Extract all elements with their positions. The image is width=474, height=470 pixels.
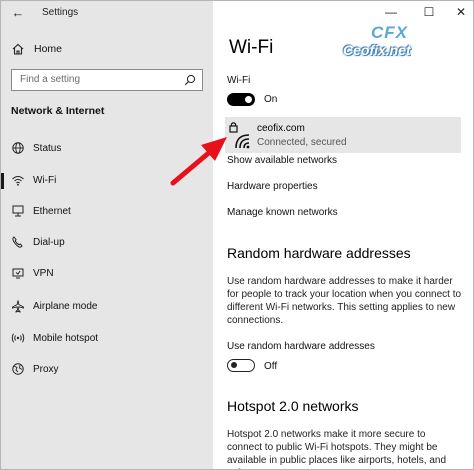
wifi-toggle[interactable] — [227, 93, 255, 106]
random-hw-toggle-label: Use random hardware addresses — [227, 341, 375, 352]
random-hw-heading: Random hardware addresses — [227, 245, 411, 261]
hotspot-description: Hotspot 2.0 networks make it more secure… — [227, 429, 447, 469]
dialup-icon — [12, 236, 23, 248]
search-input[interactable]: Find a setting — [11, 69, 203, 91]
wifi-toggle-state: On — [264, 94, 278, 105]
sidebar-item-label: Status — [33, 143, 62, 154]
sidebar-item-status[interactable]: Status — [1, 137, 213, 161]
hotspot-heading: Hotspot 2.0 networks — [227, 398, 359, 414]
airplane-icon — [12, 300, 24, 313]
sidebar-item-label: VPN — [33, 268, 54, 279]
network-status: Connected, secured — [257, 137, 347, 148]
settings-window: ← Settings Home Find a setting Network &… — [0, 0, 474, 470]
secured-wifi-icon — [229, 122, 250, 149]
main-panel: — ☐ ✕ Wi-Fi CFX Ceofix.net Wi-Fi On ceof… — [213, 1, 473, 469]
sidebar-item-label: Airplane mode — [33, 301, 98, 312]
home-label: Home — [34, 43, 63, 55]
toggle-knob — [231, 362, 237, 368]
window-title: Settings — [42, 7, 79, 18]
page-title: Wi-Fi — [229, 37, 274, 58]
home-icon — [12, 43, 24, 55]
globe-icon — [12, 363, 24, 375]
sidebar-item-airplane-mode[interactable]: Airplane mode — [1, 295, 213, 319]
search-icon[interactable] — [184, 74, 196, 86]
vpn-icon — [12, 268, 24, 279]
sidebar-item-label: Mobile hotspot — [33, 333, 99, 344]
sidebar-item-wifi[interactable]: Wi-Fi — [1, 169, 213, 193]
show-available-networks-link[interactable]: Show available networks — [227, 155, 337, 166]
toggle-knob — [245, 96, 252, 103]
ethernet-icon — [12, 205, 24, 217]
random-hw-toggle-state: Off — [264, 361, 278, 372]
watermark-logo: CFX Ceofix.net — [341, 23, 461, 63]
wifi-toggle-label: Wi-Fi — [227, 75, 251, 86]
hotspot-icon — [11, 333, 25, 343]
section-title: Network & Internet — [11, 105, 105, 117]
network-name: ceofix.com — [257, 123, 305, 134]
sidebar-item-dialup[interactable]: Dial-up — [1, 231, 213, 255]
status-globe-icon — [12, 142, 24, 154]
sidebar-item-proxy[interactable]: Proxy — [1, 358, 213, 382]
logo-site: Ceofix.net — [343, 42, 411, 58]
sidebar-item-mobile-hotspot[interactable]: Mobile hotspot — [1, 327, 213, 351]
close-button[interactable]: ✕ — [451, 5, 471, 19]
random-hw-toggle[interactable] — [227, 359, 255, 372]
random-hw-description: Use random hardware addresses to make it… — [227, 276, 462, 326]
manage-known-networks-link[interactable]: Manage known networks — [227, 207, 338, 218]
minimize-button[interactable]: — — [381, 5, 401, 19]
maximize-button[interactable]: ☐ — [419, 5, 439, 19]
sidebar-item-label: Wi-Fi — [33, 175, 57, 186]
logo-mark: CFX — [371, 23, 408, 42]
home-link[interactable]: Home — [1, 39, 213, 61]
back-button[interactable]: ← — [9, 5, 27, 21]
sidebar-item-label: Ethernet — [33, 206, 71, 217]
sidebar-item-ethernet[interactable]: Ethernet — [1, 200, 213, 224]
title-bar: ← Settings — [1, 1, 213, 27]
sidebar-item-vpn[interactable]: VPN — [1, 262, 213, 286]
sidebar: ← Settings Home Find a setting Network &… — [1, 1, 213, 469]
search-placeholder: Find a setting — [20, 74, 81, 85]
hardware-properties-link[interactable]: Hardware properties — [227, 181, 318, 192]
sidebar-item-label: Dial-up — [33, 237, 65, 248]
connected-network[interactable]: ceofix.com Connected, secured — [225, 117, 461, 153]
wifi-icon — [12, 176, 24, 186]
sidebar-item-label: Proxy — [33, 364, 59, 375]
